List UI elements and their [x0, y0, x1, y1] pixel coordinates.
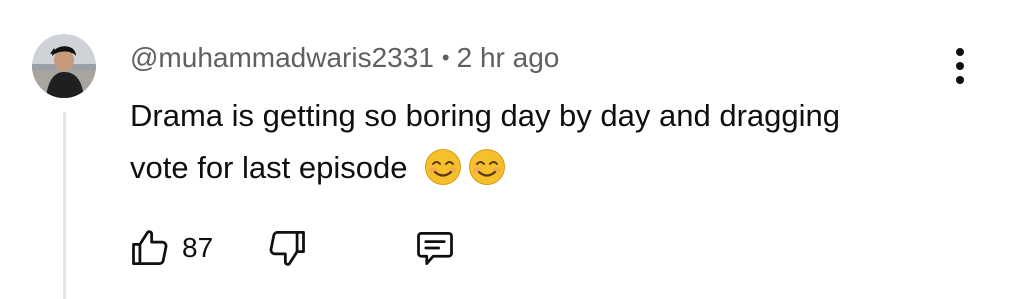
smiling-face-icon: [425, 148, 462, 185]
smiling-face-icon: [469, 148, 506, 185]
comment-author[interactable]: @muhammadwaris2331: [130, 42, 434, 74]
avatar[interactable]: [32, 34, 96, 98]
thumbs-down-icon: [269, 231, 306, 266]
avatar-image: [32, 34, 96, 98]
dislike-button[interactable]: [265, 226, 309, 270]
thumbs-up-icon: [132, 230, 168, 265]
reply-button[interactable]: [413, 226, 457, 270]
meta-separator: •: [441, 45, 450, 70]
like-count: 87: [182, 232, 214, 263]
more-vertical-icon: [956, 48, 964, 56]
emoji-group: [424, 148, 512, 186]
like-button[interactable]: 87: [128, 226, 213, 270]
more-vertical-icon-dot: [956, 76, 964, 84]
comment-body: Drama is getting so boring day by day an…: [130, 90, 890, 194]
more-options-button[interactable]: [940, 44, 980, 88]
comment-actions: 87: [128, 224, 457, 272]
reply-comment-icon: [417, 231, 454, 265]
thread-line: [63, 112, 66, 299]
comment-meta: @muhammadwaris2331 • 2 hr ago: [130, 40, 559, 76]
comment-timestamp[interactable]: 2 hr ago: [457, 42, 560, 74]
more-vertical-icon-dot: [956, 62, 964, 70]
